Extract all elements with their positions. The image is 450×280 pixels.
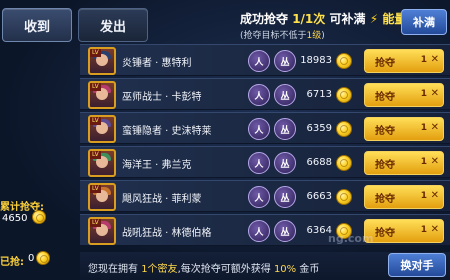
steal-count: 1 <box>420 191 427 201</box>
steal-label: 抢夺 <box>375 125 395 137</box>
steal-button[interactable]: 抢夺 1 ✕ <box>364 49 444 73</box>
stolen-value: 0 <box>28 253 35 264</box>
cross-swords-icon: ✕ <box>430 156 439 167</box>
bonus-percent: 10% <box>273 264 297 275</box>
cross-swords-icon: ✕ <box>430 122 439 133</box>
hero-power: 6364 <box>306 225 332 236</box>
coin-icon <box>336 189 352 205</box>
hero-name: 战吼狂战 · 林德伯格 <box>122 228 212 239</box>
hero-power: 18983 <box>300 55 332 66</box>
coin-icon <box>36 251 50 265</box>
steal-label: 抢夺 <box>375 193 395 205</box>
target-row: LV 蛮锤隐者 · 史沫特莱 人 丛 6359 抢夺 1 ✕ <box>80 112 450 144</box>
cross-swords-icon: ✕ <box>430 224 439 235</box>
skill-icon-person: 人 <box>248 220 270 242</box>
stolen-label: 已抢: <box>0 257 24 268</box>
hero-power: 6663 <box>306 191 332 202</box>
friend-bonus-text: 您现在拥有 1个密友,每次抢夺可额外获得 10% 金币 <box>88 260 319 275</box>
status-mid: 可补满 <box>329 12 366 26</box>
hero-avatar[interactable]: LV <box>88 47 116 75</box>
footer-suffix: 金币 <box>299 264 320 275</box>
hero-name: 飓风狂战 · 菲利蒙 <box>122 194 202 205</box>
skill-icon-person: 人 <box>248 152 270 174</box>
status-prefix: 成功抢夺 <box>240 12 289 26</box>
hero-name: 蛮锤隐者 · 史沫特莱 <box>122 126 212 137</box>
hero-avatar[interactable]: LV <box>88 183 116 211</box>
lightning-icon: ⚡ <box>369 12 379 26</box>
steal-count: 1 <box>420 157 427 167</box>
coin-icon <box>336 121 352 137</box>
hero-power: 6688 <box>306 157 332 168</box>
tab-received[interactable]: 收到 <box>2 8 72 42</box>
condition-level: 1级 <box>306 31 322 41</box>
target-row: LV 飓风狂战 · 菲利蒙 人 丛 6663 抢夺 1 ✕ <box>80 180 450 212</box>
hero-power: 6713 <box>306 89 332 100</box>
status-count: 1/1次 <box>292 12 326 26</box>
steal-button[interactable]: 抢夺 1 ✕ <box>364 117 444 141</box>
hero-name: 炎锤者 · 惠特利 <box>122 58 192 69</box>
steal-label: 抢夺 <box>375 227 395 239</box>
steal-label: 抢夺 <box>375 159 395 171</box>
steal-count: 1 <box>420 55 427 65</box>
switch-opponent-button[interactable]: 换对手 <box>388 253 446 277</box>
coin-icon <box>336 87 352 103</box>
steal-count: 1 <box>420 89 427 99</box>
skill-icon-person: 人 <box>248 84 270 106</box>
steal-count: 1 <box>420 225 427 235</box>
steal-label: 抢夺 <box>375 57 395 69</box>
hero-name: 巫师战士 · 卡彭特 <box>122 92 202 103</box>
cross-swords-icon: ✕ <box>430 190 439 201</box>
skill-icon-person: 人 <box>248 186 270 208</box>
hero-avatar[interactable]: LV <box>88 217 116 245</box>
footer-mid: ,每次抢夺可额外获得 <box>177 264 271 275</box>
coin-icon <box>336 155 352 171</box>
game-screen: 收到 发出 成功抢夺 1/1次 可补满 ⚡ 能量 (抢夺目标不低于1级) 补满 … <box>0 0 450 280</box>
steal-status: 成功抢夺 1/1次 可补满 ⚡ 能量 <box>240 10 406 27</box>
hero-avatar[interactable]: LV <box>88 81 116 109</box>
steal-button[interactable]: 抢夺 1 ✕ <box>364 83 444 107</box>
steal-button[interactable]: 抢夺 1 ✕ <box>364 185 444 209</box>
target-row: LV 巫师战士 · 卡彭特 人 丛 6713 抢夺 1 ✕ <box>80 78 450 110</box>
hero-power: 6359 <box>306 123 332 134</box>
cross-swords-icon: ✕ <box>430 54 439 65</box>
condition-prefix: (抢夺目标不低于 <box>240 31 307 41</box>
hero-avatar[interactable]: LV <box>88 115 116 143</box>
target-row: LV 海洋王 · 弗兰克 人 丛 6688 抢夺 1 ✕ <box>80 146 450 178</box>
target-row: LV 炎锤者 · 惠特利 人 丛 18983 抢夺 1 ✕ <box>80 44 450 76</box>
watermark: ng.com <box>328 232 374 245</box>
steal-button[interactable]: 抢夺 1 ✕ <box>364 151 444 175</box>
coin-icon <box>32 210 46 224</box>
left-panel: 累计抢夺: 4650 已抢: 0 <box>0 44 76 280</box>
condition-suffix: ) <box>321 31 325 41</box>
steal-label: 抢夺 <box>375 91 395 103</box>
coin-icon <box>336 53 352 69</box>
refill-button[interactable]: 补满 <box>401 9 447 35</box>
steal-button[interactable]: 抢夺 1 ✕ <box>364 219 444 243</box>
friend-count: 1个密友 <box>141 264 178 275</box>
target-list: LV 炎锤者 · 惠特利 人 丛 18983 抢夺 1 ✕ LV 巫师战士 · 卡彭… <box>80 44 450 252</box>
cross-swords-icon: ✕ <box>430 88 439 99</box>
skill-icon-person: 人 <box>248 118 270 140</box>
total-steal-value: 4650 <box>2 213 28 224</box>
hero-name: 海洋王 · 弗兰克 <box>122 160 192 171</box>
target-row: LV 战吼狂战 · 林德伯格 人 丛 6364 抢夺 1 ✕ <box>80 214 450 246</box>
skill-icon-person: 人 <box>248 50 270 72</box>
hero-avatar[interactable]: LV <box>88 149 116 177</box>
footer-prefix: 您现在拥有 <box>88 264 138 275</box>
steal-count: 1 <box>420 123 427 133</box>
steal-condition: (抢夺目标不低于1级) <box>240 28 325 41</box>
tab-sent[interactable]: 发出 <box>78 8 148 42</box>
